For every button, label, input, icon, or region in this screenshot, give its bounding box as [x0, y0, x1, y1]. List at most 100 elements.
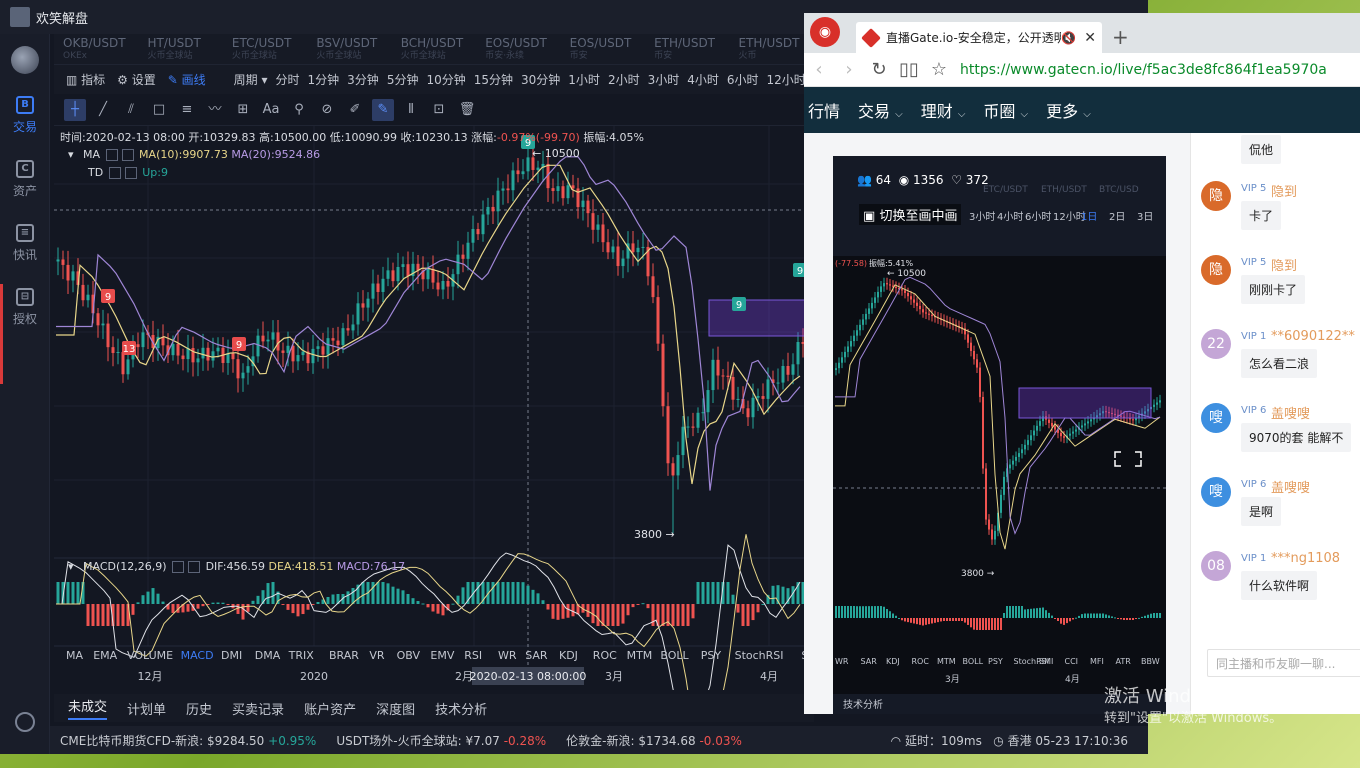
line-tool-icon[interactable]: ╱	[92, 99, 114, 121]
pair-tab[interactable]: HT/USDT 火币全球站	[138, 34, 222, 64]
indicator-tab[interactable]: PSY	[701, 649, 722, 662]
magnet-tool-icon[interactable]: ⫴	[400, 99, 422, 121]
wave-tool-icon[interactable]: 〰	[204, 99, 226, 121]
fullscreen-icon[interactable]	[1114, 451, 1142, 467]
star-icon[interactable]: ☆	[924, 59, 954, 80]
close-tab-icon[interactable]: ✕	[1084, 30, 1096, 46]
crosshair-tool-icon[interactable]: ┼	[64, 98, 86, 121]
period-option[interactable]: 3小时	[648, 71, 680, 88]
site-nav-item[interactable]: 理财 ⌵	[921, 98, 966, 122]
period-option[interactable]: 4小时	[687, 71, 719, 88]
indicator-tab[interactable]: EMV	[430, 649, 454, 662]
rectangle-tool-icon[interactable]: □	[148, 99, 170, 121]
period-option[interactable]: 30分钟	[521, 71, 560, 88]
chat-avatar[interactable]: 隐	[1201, 255, 1231, 285]
chat-avatar[interactable]: 嗖	[1201, 477, 1231, 507]
td-settings-icon[interactable]	[108, 167, 121, 179]
indicators-button[interactable]: ▥ 指标	[66, 71, 105, 88]
user-avatar-icon[interactable]	[10, 7, 30, 27]
url-field[interactable]: https://www.gatecn.io/live/f5ac3de8fc864…	[960, 62, 1327, 78]
mute-icon[interactable]: 🔇	[1061, 31, 1076, 45]
ma-close-icon[interactable]	[121, 149, 134, 161]
indicator-tab[interactable]: EMA	[93, 649, 117, 662]
bottom-tab[interactable]: 买卖记录	[232, 699, 284, 718]
indicator-tab[interactable]: ROC	[593, 649, 617, 662]
pattern-tool-icon[interactable]: ⚲	[288, 99, 310, 121]
indicator-tab[interactable]: MTM	[627, 649, 653, 662]
parallel-tool-icon[interactable]: ⫽	[120, 99, 142, 121]
pair-tab[interactable]: OKB/USDT OKEx	[54, 34, 138, 64]
indicator-tab[interactable]: BRAR	[329, 649, 359, 662]
bottom-tab[interactable]: 账户资产	[304, 699, 356, 718]
pen-tool-icon[interactable]: ✎	[372, 98, 394, 121]
hline-tool-icon[interactable]: ≡	[176, 99, 198, 121]
period-option[interactable]: 5分钟	[387, 71, 419, 88]
period-option[interactable]: 2小时	[608, 71, 640, 88]
trash-tool-icon[interactable]: 🗑	[456, 99, 478, 121]
new-tab-icon[interactable]: +	[1112, 25, 1129, 49]
chat-username[interactable]: 隐到	[1271, 181, 1297, 200]
chat-username[interactable]: 盖嗖嗖	[1271, 403, 1310, 422]
macd-settings-icon[interactable]	[172, 561, 185, 573]
ma-settings-icon[interactable]	[105, 149, 118, 161]
nav-item-assets[interactable]: C 资产	[0, 152, 50, 212]
link-tool-icon[interactable]: ⊘	[316, 99, 338, 121]
text-tool-icon[interactable]: Aa	[260, 99, 282, 121]
site-nav-item[interactable]: 行情	[808, 98, 840, 122]
fib-tool-icon[interactable]: ⊞	[232, 99, 254, 121]
kline-chart[interactable]: 9 13 9 9 9 9 ← 10500 3800 → MA EMA VOLUME MACD DMI DM…	[54, 126, 814, 690]
browser-logo-icon[interactable]: ◉	[810, 17, 840, 47]
indicator-tab[interactable]: DMI	[221, 649, 242, 662]
chat-avatar[interactable]: 隐	[1201, 181, 1231, 211]
settings-button[interactable]: ⚙ 设置	[117, 71, 156, 88]
td-close-icon[interactable]	[124, 167, 137, 179]
live-video[interactable]: ETC/USDT ETH/USDT BTC/USD 3小时 4小时 6小时 12小时 1日 2日…	[833, 156, 1166, 714]
pair-tab[interactable]: BSV/USDT 火币全球站	[307, 34, 391, 64]
nav-item-authorize[interactable]: ⊟ 授权	[0, 280, 50, 340]
macd-close-icon[interactable]	[188, 561, 201, 573]
chat-username[interactable]: **6090122**	[1271, 329, 1355, 344]
period-option[interactable]: 15分钟	[474, 71, 513, 88]
indicator-tab[interactable]: StochRSI	[735, 649, 784, 662]
pair-tab[interactable]: ETH/USDT 币安	[645, 34, 729, 64]
lock-tool-icon[interactable]: ⊡	[428, 99, 450, 121]
ruler-tool-icon[interactable]: ✐	[344, 99, 366, 121]
ticker-item[interactable]: CME比特币期货CFD-新浪: $9284.50 +0.95%	[60, 732, 316, 749]
site-nav-item[interactable]: 交易 ⌵	[858, 98, 903, 122]
back-icon[interactable]: ‹	[804, 59, 834, 80]
bottom-tab[interactable]: 深度图	[376, 699, 415, 718]
indicator-tab[interactable]: SAR	[525, 649, 548, 662]
indicator-tab[interactable]: RSI	[464, 649, 482, 662]
chat-input[interactable]: 同主播和币友聊一聊...	[1207, 649, 1360, 677]
pip-button[interactable]: ▣ 切换至画中画	[859, 204, 962, 225]
period-option[interactable]: 分时	[276, 71, 300, 88]
pair-tab[interactable]: EOS/USDT 币安·永续	[476, 34, 560, 64]
period-dropdown[interactable]: 周期 ▾	[234, 71, 268, 88]
drawn-rectangle[interactable]	[708, 299, 814, 337]
draw-button[interactable]: ✎ 画线	[168, 71, 206, 88]
pair-tab[interactable]: ETH/USDT 火币	[730, 34, 814, 64]
chat-avatar[interactable]: 嗖	[1201, 403, 1231, 433]
indicator-tab[interactable]: TRIX	[288, 649, 315, 662]
indicator-tab[interactable]: MA	[66, 649, 83, 662]
indicator-tab[interactable]: BOLL	[660, 649, 689, 662]
chat-username[interactable]: 盖嗖嗖	[1271, 477, 1310, 496]
period-option[interactable]: 6小时	[727, 71, 759, 88]
indicator-tab[interactable]: KDJ	[559, 649, 578, 662]
period-option[interactable]: 1分钟	[308, 71, 340, 88]
indicator-tab[interactable]: WR	[498, 649, 517, 662]
period-option[interactable]: 1小时	[568, 71, 600, 88]
reader-icon[interactable]: ▯▯	[894, 59, 924, 80]
ticker-item[interactable]: 伦敦金-新浪: $1734.68 -0.03%	[566, 732, 742, 749]
pair-tab[interactable]: BCH/USDT 火币全球站	[392, 34, 476, 64]
indicator-tab[interactable]: VOLUME	[127, 649, 173, 662]
period-option[interactable]: 3分钟	[347, 71, 379, 88]
chat-username[interactable]: ***ng1108	[1271, 551, 1340, 566]
indicator-tab[interactable]: VR	[369, 649, 385, 662]
chat-avatar[interactable]: 22	[1201, 329, 1231, 359]
forward-icon[interactable]: ›	[834, 59, 864, 80]
pair-tab[interactable]: EOS/USDT 币安	[561, 34, 645, 64]
period-option[interactable]: 12小时	[767, 71, 806, 88]
nav-item-news[interactable]: ≡ 快讯	[0, 216, 50, 276]
pair-tab[interactable]: ETC/USDT 火币全球站	[223, 34, 307, 64]
